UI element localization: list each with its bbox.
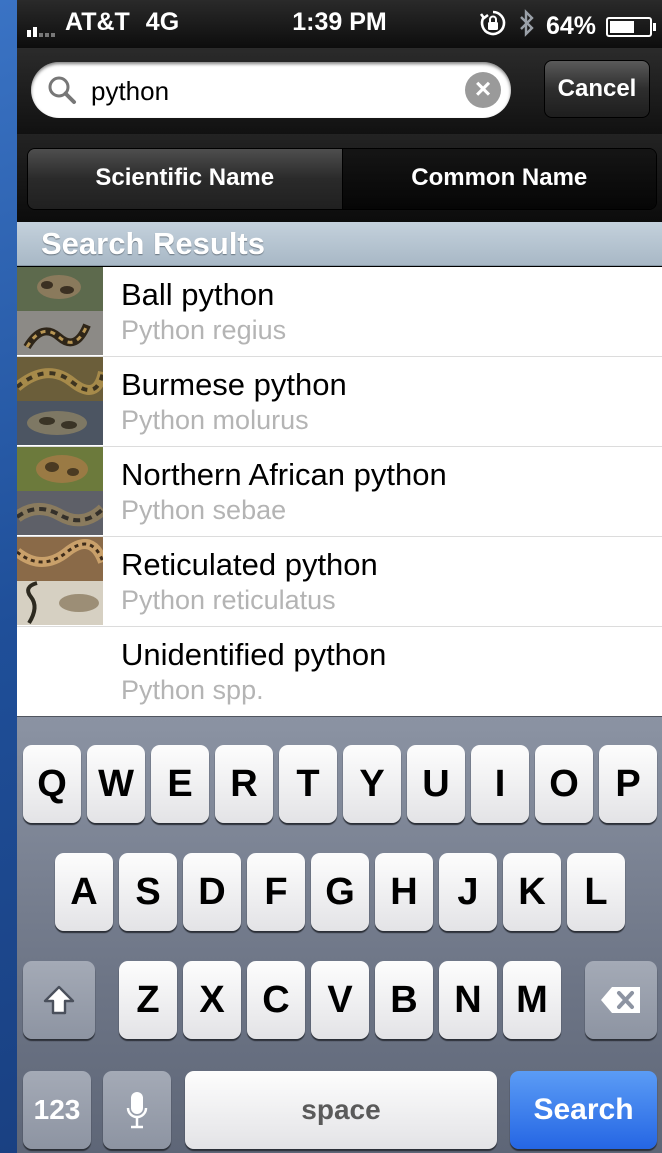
key-c[interactable]: C (247, 961, 305, 1039)
search-key[interactable]: Search (510, 1071, 657, 1149)
results-list: Ball python Python regius Burmese python… (17, 267, 662, 717)
snake-thumbnail (17, 447, 103, 535)
common-name: Burmese python (121, 367, 347, 402)
key-q[interactable]: Q (23, 745, 81, 823)
key-w[interactable]: W (87, 745, 145, 823)
key-v[interactable]: V (311, 961, 369, 1039)
rotation-lock-icon (478, 8, 508, 45)
key-t[interactable]: T (279, 745, 337, 823)
shift-key[interactable] (23, 961, 95, 1039)
key-i[interactable]: I (471, 745, 529, 823)
key-s[interactable]: S (119, 853, 177, 931)
segmented-control: Scientific Name Common Name (27, 148, 657, 210)
phone-screen: AT&T 4G 1:39 PM 64% python × Cancel Scie… (17, 0, 662, 1153)
key-u[interactable]: U (407, 745, 465, 823)
snake-thumbnail (17, 537, 103, 625)
snake-thumbnail (17, 267, 103, 355)
key-h[interactable]: H (375, 853, 433, 931)
common-name: Unidentified python (121, 637, 387, 672)
list-item[interactable]: Reticulated python Python reticulatus (17, 537, 662, 627)
scientific-name: Python regius (121, 315, 287, 345)
key-j[interactable]: J (439, 853, 497, 931)
shift-icon (43, 985, 75, 1015)
scientific-name: Python molurus (121, 405, 309, 435)
microphone-icon (126, 1092, 148, 1129)
search-icon (48, 76, 76, 104)
status-bar: AT&T 4G 1:39 PM 64% (17, 0, 662, 48)
clear-icon[interactable]: × (465, 72, 501, 108)
section-header: Search Results (17, 222, 662, 266)
key-g[interactable]: G (311, 853, 369, 931)
numbers-key[interactable]: 123 (23, 1071, 91, 1149)
key-x[interactable]: X (183, 961, 241, 1039)
cancel-button[interactable]: Cancel (544, 60, 650, 118)
key-k[interactable]: K (503, 853, 561, 931)
key-r[interactable]: R (215, 745, 273, 823)
snake-thumbnail (17, 357, 103, 445)
search-input[interactable] (89, 70, 453, 112)
battery-fill (610, 20, 634, 33)
key-f[interactable]: F (247, 853, 305, 931)
common-name: Ball python (121, 277, 275, 312)
key-l[interactable]: L (567, 853, 625, 931)
key-p[interactable]: P (599, 745, 657, 823)
space-key[interactable]: space (185, 1071, 497, 1149)
battery-percent: 64% (545, 12, 596, 40)
bluetooth-icon (518, 9, 536, 44)
segment-scientific-name[interactable]: Scientific Name (28, 149, 343, 209)
battery-charging-icon (606, 16, 656, 37)
key-e[interactable]: E (151, 745, 209, 823)
scientific-name: Python sebae (121, 495, 287, 525)
key-m[interactable]: M (503, 961, 561, 1039)
list-item[interactable]: Northern African python Python sebae (17, 447, 662, 537)
microphone-key[interactable] (103, 1071, 171, 1149)
key-y[interactable]: Y (343, 745, 401, 823)
scope-bar: Scientific Name Common Name (17, 134, 662, 222)
common-name: Reticulated python (121, 547, 378, 582)
key-o[interactable]: O (535, 745, 593, 823)
delete-key[interactable] (585, 961, 657, 1039)
key-z[interactable]: Z (119, 961, 177, 1039)
status-right-group: 64% (478, 8, 656, 45)
segment-common-name[interactable]: Common Name (342, 149, 656, 209)
search-bar: × Cancel (17, 48, 662, 134)
search-field[interactable]: × (31, 62, 511, 118)
key-d[interactable]: D (183, 853, 241, 931)
scientific-name: Python reticulatus (121, 585, 336, 615)
common-name: Northern African python (121, 457, 447, 492)
list-item[interactable]: Unidentified python Python spp. (17, 627, 662, 717)
scientific-name: Python spp. (121, 675, 264, 705)
list-item[interactable]: Ball python Python regius (17, 267, 662, 357)
delete-icon (601, 987, 640, 1013)
key-b[interactable]: B (375, 961, 433, 1039)
keyboard: Q W E R T Y U I O P A S D F G H J K L Z … (17, 716, 662, 1153)
list-item[interactable]: Burmese python Python molurus (17, 357, 662, 447)
key-a[interactable]: A (55, 853, 113, 931)
key-n[interactable]: N (439, 961, 497, 1039)
